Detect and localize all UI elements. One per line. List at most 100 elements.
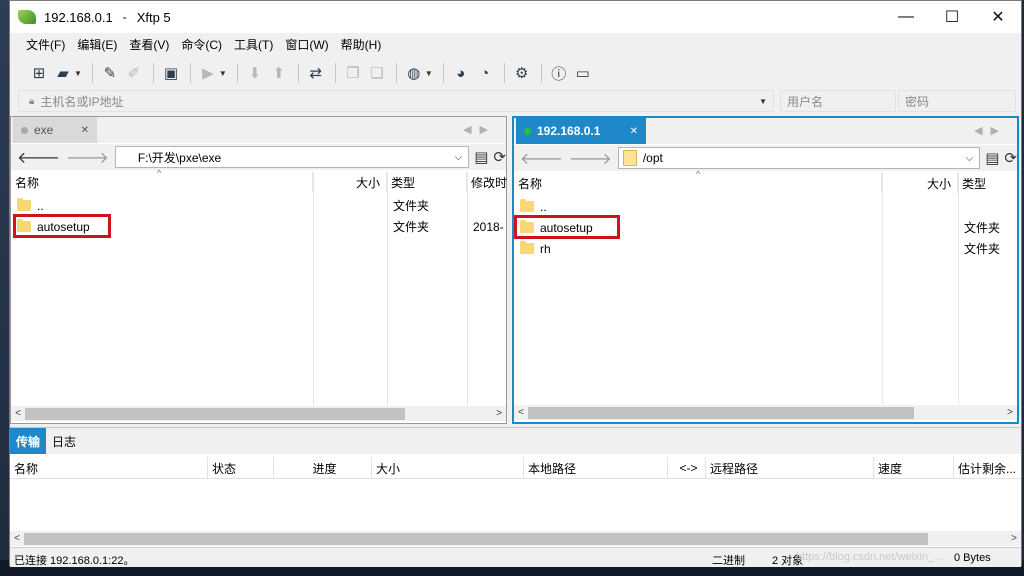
col-size[interactable]: 大小 — [882, 173, 958, 193]
col-remote-path[interactable]: 远程路径 — [706, 457, 874, 479]
tab-close-icon[interactable]: ✕ — [630, 126, 638, 137]
transfer-scrollbar[interactable]: < > — [10, 531, 1021, 546]
scroll-thumb[interactable] — [25, 407, 405, 420]
help-icon[interactable]: ⓘ — [548, 62, 570, 84]
host-dropdown-icon[interactable]: ▼ — [759, 97, 767, 106]
col-type[interactable]: 类型 — [387, 172, 467, 192]
open-folder-icon[interactable]: ▰ — [52, 62, 74, 84]
scroll-right-icon[interactable]: > — [492, 408, 506, 419]
col-name[interactable]: 名称 — [11, 172, 313, 192]
remote-path-input[interactable]: /opt ⌵ — [617, 147, 981, 169]
tab-local-exe[interactable]: exe ✕ — [13, 117, 97, 143]
tab-remote-host[interactable]: 192.168.0.1 ✕ — [516, 118, 646, 144]
menu-help[interactable]: 帮助(H) — [335, 36, 388, 53]
transfer-start-icon[interactable]: ▶ — [197, 62, 219, 84]
back-arrow-icon[interactable]: 🡐 — [17, 147, 60, 168]
remote-path-text: /opt — [642, 151, 663, 165]
tab-label: 192.168.0.1 — [537, 124, 601, 138]
xmanager-icon[interactable]: ◔ — [474, 62, 496, 84]
file-type: 文件夹 — [964, 242, 1001, 256]
menu-file[interactable]: 文件(F) — [20, 36, 71, 53]
parent-folder-icon[interactable]: ▤ — [985, 149, 999, 167]
local-path-row: 🡐 🡒 F:\开发\pxe\exe ⌵ ▤ ⟳ — [11, 144, 506, 170]
col-status[interactable]: 状态 — [208, 457, 274, 479]
menu-window[interactable]: 窗口(W) — [279, 36, 334, 53]
tab-log[interactable]: 日志 — [46, 428, 82, 454]
transfer-header: 名称 状态 进度 大小 本地路径 <-> 远程路径 速度 估计剩余... — [10, 457, 1021, 479]
settings-gear-icon[interactable]: ⚙ — [511, 62, 533, 84]
forward-arrow-icon[interactable]: 🡒 — [569, 148, 612, 169]
properties-icon[interactable]: ▣ — [160, 62, 182, 84]
sync-icon[interactable]: ⇄ — [305, 62, 327, 84]
folder-icon — [520, 241, 534, 254]
username-input[interactable]: 用户名 — [780, 90, 896, 112]
scroll-left-icon[interactable]: < — [11, 408, 25, 419]
menu-tools[interactable]: 工具(T) — [228, 36, 279, 53]
menu-bar: 文件(F) 编辑(E) 查看(V) 命令(C) 工具(T) 窗口(W) 帮助(H… — [10, 33, 1021, 55]
lock-icon: 🔒︎ — [29, 95, 35, 107]
col-name[interactable]: 名称 — [10, 457, 208, 479]
minimize-button[interactable]: — — [883, 1, 929, 33]
tab-transfer[interactable]: 传输 — [10, 428, 47, 454]
horizontal-scrollbar[interactable]: < > — [514, 405, 1017, 420]
toolbar-separator — [152, 63, 154, 83]
col-eta[interactable]: 估计剩余... — [954, 457, 1021, 479]
local-path-text: F:\开发\pxe\exe — [137, 150, 222, 165]
col-modified-label: 修改时 — [471, 175, 508, 190]
local-path-input[interactable]: F:\开发\pxe\exe ⌵ — [114, 146, 470, 168]
menu-command[interactable]: 命令(C) — [175, 36, 228, 53]
close-button[interactable]: ✕ — [975, 1, 1021, 33]
encoding-dropdown-icon[interactable]: ▼ — [425, 69, 433, 78]
maximize-button[interactable]: ☐ — [929, 1, 975, 33]
scroll-left-icon[interactable]: < — [514, 407, 528, 418]
toolbar-separator — [395, 63, 397, 83]
refresh-icon[interactable]: ⟳ — [493, 148, 506, 166]
col-size[interactable]: 大小 — [313, 172, 387, 192]
path-dropdown-icon[interactable]: ⌵ — [455, 152, 463, 163]
scroll-thumb[interactable] — [528, 406, 914, 419]
list-item[interactable]: .. — [514, 196, 1017, 217]
connect-icon[interactable]: ✎ — [99, 62, 121, 84]
paste-icon[interactable]: ❏ — [366, 62, 388, 84]
list-item[interactable]: rh 文件夹 — [514, 238, 1017, 259]
encoding-globe-icon[interactable]: ◍ — [403, 62, 425, 84]
scroll-right-icon[interactable]: > — [1003, 407, 1017, 418]
col-modified[interactable]: 修改时 — [467, 172, 507, 192]
col-size[interactable]: 大小 — [372, 457, 524, 479]
open-dropdown-icon[interactable]: ▼ — [74, 69, 82, 78]
parent-folder-icon[interactable]: ▤ — [474, 148, 488, 166]
forward-arrow-icon[interactable]: 🡒 — [66, 147, 109, 168]
refresh-icon[interactable]: ⟳ — [1004, 149, 1017, 167]
tab-scroll-arrows[interactable]: ◀▶ — [463, 123, 496, 136]
scroll-left-icon[interactable]: < — [10, 533, 24, 544]
horizontal-scrollbar[interactable]: < > — [11, 406, 506, 421]
transfer-mode: 二进制 — [712, 555, 745, 567]
list-item[interactable]: .. 文件夹 — [11, 195, 506, 216]
address-bar: 🔒︎ 主机名或IP地址 ▼ 用户名 密码 — [10, 89, 1021, 113]
path-dropdown-icon[interactable]: ⌵ — [966, 153, 974, 164]
col-local-path[interactable]: 本地路径 — [524, 457, 668, 479]
file-type: 文件夹 — [393, 199, 430, 213]
disconnect-icon[interactable]: ✐ — [123, 62, 145, 84]
tab-close-icon[interactable]: ✕ — [81, 125, 89, 136]
col-speed[interactable]: 速度 — [874, 457, 954, 479]
password-input[interactable]: 密码 — [898, 90, 1016, 112]
host-input[interactable]: 🔒︎ 主机名或IP地址 ▼ — [18, 90, 774, 112]
col-progress[interactable]: 进度 — [274, 457, 372, 479]
upload-icon[interactable]: ⬆ — [268, 62, 290, 84]
feedback-icon[interactable]: ▭ — [572, 62, 594, 84]
xshell-icon[interactable]: ◕ — [450, 62, 472, 84]
scroll-right-icon[interactable]: > — [1007, 533, 1021, 544]
back-arrow-icon[interactable]: 🡐 — [520, 148, 563, 169]
remote-tab-row: 192.168.0.1 ✕ ◀▶ — [514, 118, 1017, 144]
scroll-thumb[interactable] — [24, 532, 928, 545]
menu-view[interactable]: 查看(V) — [123, 36, 175, 53]
copy-icon[interactable]: ❐ — [342, 62, 364, 84]
download-icon[interactable]: ⬇ — [244, 62, 266, 84]
col-type[interactable]: 类型 — [958, 173, 1018, 193]
col-direction[interactable]: <-> — [668, 457, 706, 479]
new-session-icon[interactable]: ⊞ — [28, 62, 50, 84]
menu-edit[interactable]: 编辑(E) — [71, 36, 123, 53]
transfer-dropdown-icon[interactable]: ▼ — [219, 69, 227, 78]
tab-scroll-arrows[interactable]: ◀▶ — [974, 124, 1007, 137]
